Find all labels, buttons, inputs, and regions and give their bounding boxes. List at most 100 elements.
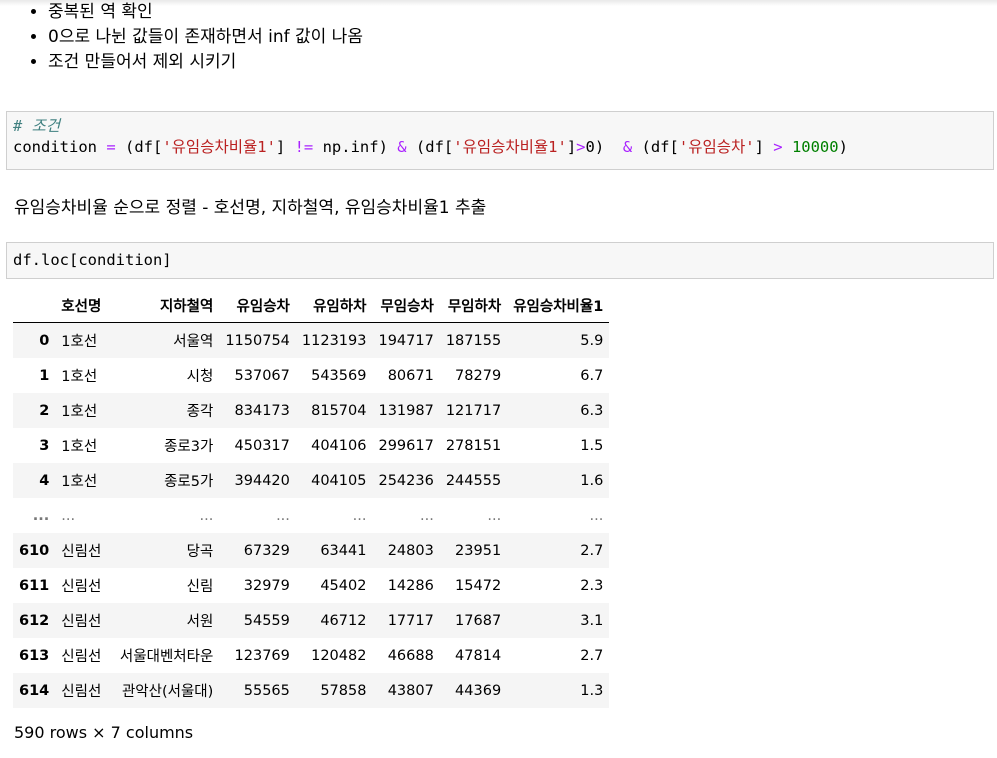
table-cell: 63441 bbox=[320, 542, 367, 559]
table-row: 610 신림선 당곡 67329 63441 24803 23951 2.7 bbox=[13, 533, 610, 568]
table-row: ........................ bbox=[13, 498, 609, 533]
table-cell: 3.1 bbox=[580, 612, 604, 629]
table-row: 611 신림선 신림 32979 45402 14286 15472 2.3 bbox=[13, 568, 609, 603]
table-cell: 종로5가 bbox=[164, 474, 214, 490]
row-index: 1 bbox=[39, 367, 50, 384]
table-cell: 1.3 bbox=[580, 682, 604, 699]
table-cell: 55565 bbox=[243, 682, 290, 699]
table-cell: 1.5 bbox=[580, 437, 604, 454]
table-cell: 1123193 bbox=[301, 332, 367, 349]
table-cell: 1호선 bbox=[61, 334, 98, 350]
code-cell-condition[interactable]: # 조건 condition = (df['유임승차비율1'] != np.in… bbox=[6, 111, 994, 170]
table-cell: 1호선 bbox=[61, 474, 98, 490]
table-cell: 6.3 bbox=[580, 402, 604, 419]
table-cell: 2.7 bbox=[580, 647, 604, 664]
table-cell: ... bbox=[352, 507, 367, 524]
table-cell: ... bbox=[199, 507, 214, 524]
table-cell: 299617 bbox=[378, 437, 434, 454]
bullet-item: 0으로 나뉜 값들이 존재하면서 inf 값이 나옴 bbox=[48, 25, 363, 50]
table-header-row: 호선명 지하철역 유임승차 유임하차 무임승차 무임하차 유임승차비율1 bbox=[13, 288, 610, 323]
table-cell: 관악산(서울대) bbox=[121, 684, 214, 700]
table-cell: 신림선 bbox=[61, 649, 102, 665]
row-index: 612 bbox=[19, 612, 50, 629]
row-index: 614 bbox=[19, 682, 50, 699]
table-cell: 123769 bbox=[234, 647, 290, 664]
code-comment: # 조건 bbox=[13, 117, 61, 135]
table-cell: 45402 bbox=[320, 577, 367, 594]
table-cell: 131987 bbox=[378, 402, 434, 419]
table-cell: 46688 bbox=[387, 647, 434, 664]
table-row: 1 1호선 시청 537067 543569 80671 78279 6.7 bbox=[13, 358, 609, 393]
table-row: 614 신림선 관악산(서울대) 55565 57858 43807 44369 1.3 bbox=[13, 673, 610, 708]
table-cell: 1호선 bbox=[61, 369, 98, 385]
table-cell: ... bbox=[276, 507, 290, 524]
table-cell: 17687 bbox=[455, 612, 502, 629]
dataframe-shape-summary: 590 rows × 7 columns bbox=[14, 723, 194, 742]
table-cell: 당곡 bbox=[186, 544, 214, 560]
table-cell: 834173 bbox=[234, 402, 290, 419]
table-cell: ... bbox=[589, 507, 604, 524]
dataframe-output: 호선명 지하철역 유임승차 유임하차 무임승차 무임하차 유임승차비율1 0 1호… bbox=[13, 288, 610, 708]
column-header: 유임하차 bbox=[295, 288, 373, 323]
table-cell: 244555 bbox=[445, 472, 502, 489]
bullet-item: 중복된 역 확인 bbox=[48, 0, 363, 25]
table-cell: 46712 bbox=[320, 612, 367, 629]
table-cell: 121717 bbox=[445, 402, 502, 419]
table-cell: 2.7 bbox=[580, 542, 604, 559]
table-cell: 80671 bbox=[387, 367, 434, 384]
table-cell: 종로3가 bbox=[164, 439, 214, 455]
table-cell: 254236 bbox=[378, 472, 434, 489]
table-cell: ... bbox=[420, 507, 434, 524]
table-cell: 6.7 bbox=[580, 367, 604, 384]
row-index: 611 bbox=[19, 577, 50, 594]
table-cell: 47814 bbox=[455, 647, 502, 664]
table-cell: 537067 bbox=[234, 367, 290, 384]
column-header: 유임승차 bbox=[219, 288, 296, 323]
table-cell: 신림선 bbox=[61, 579, 102, 595]
table-row: 0 1호선 서울역 1150754 1123193 194717 187155 5.9 bbox=[13, 322, 610, 358]
row-index: 0 bbox=[39, 332, 50, 349]
table-cell: 404106 bbox=[311, 437, 367, 454]
table-cell: 24803 bbox=[387, 542, 434, 559]
table-cell: 543569 bbox=[311, 367, 367, 384]
column-header: 호선명 bbox=[55, 288, 108, 323]
code-line: df.loc[condition] bbox=[13, 251, 172, 269]
table-cell: 시청 bbox=[186, 369, 214, 385]
table-cell: 78279 bbox=[455, 367, 502, 384]
column-header: 유임승차비율1 bbox=[507, 288, 610, 323]
table-cell: 15472 bbox=[455, 577, 502, 594]
index-header bbox=[13, 288, 56, 323]
table-cell: 1.6 bbox=[580, 472, 604, 489]
table-cell: 14286 bbox=[387, 577, 434, 594]
table-cell: 신림선 bbox=[61, 544, 102, 560]
code-cell-loc[interactable]: df.loc[condition] bbox=[6, 242, 994, 279]
markdown-bullet-list: 중복된 역 확인 0으로 나뉜 값들이 존재하면서 inf 값이 나옴 조건 만… bbox=[28, 0, 363, 75]
table-cell: 신림선 bbox=[61, 614, 102, 630]
table-cell: 종각 bbox=[186, 404, 214, 420]
row-index: 2 bbox=[39, 402, 50, 419]
table-cell: 67329 bbox=[243, 542, 290, 559]
row-index: 613 bbox=[19, 647, 50, 664]
row-index: 4 bbox=[39, 472, 50, 489]
table-cell: 신림 bbox=[186, 579, 214, 595]
table-cell: 1호선 bbox=[61, 404, 98, 420]
table-cell: 187155 bbox=[445, 332, 502, 349]
table-row: 4 1호선 종로5가 394420 404105 254236 244555 1.6 bbox=[13, 463, 610, 498]
table-cell: 서울역 bbox=[173, 334, 214, 350]
table-cell: ... bbox=[61, 507, 76, 524]
table-cell: 394420 bbox=[234, 472, 290, 489]
table-cell: 450317 bbox=[234, 437, 290, 454]
table-cell: 5.9 bbox=[580, 332, 604, 349]
table-cell: 44369 bbox=[455, 682, 502, 699]
table-cell: 1150754 bbox=[225, 332, 290, 349]
column-header: 무임승차 bbox=[372, 288, 440, 323]
table-cell: 815704 bbox=[311, 402, 367, 419]
column-header: 무임하차 bbox=[439, 288, 508, 323]
table-cell: 1호선 bbox=[61, 439, 98, 455]
table-cell: 43807 bbox=[387, 682, 434, 699]
column-header: 지하철역 bbox=[107, 288, 220, 323]
table-cell: 278151 bbox=[445, 437, 502, 454]
markdown-description: 유임승차비율 순으로 정렬 - 호선명, 지하철역, 유임승차비율1 추출 bbox=[14, 198, 487, 218]
table-cell: 서원 bbox=[186, 614, 214, 630]
table-row: 613 신림선 서울대벤처타운 123769 120482 46688 47814 2.7 bbox=[13, 638, 609, 673]
